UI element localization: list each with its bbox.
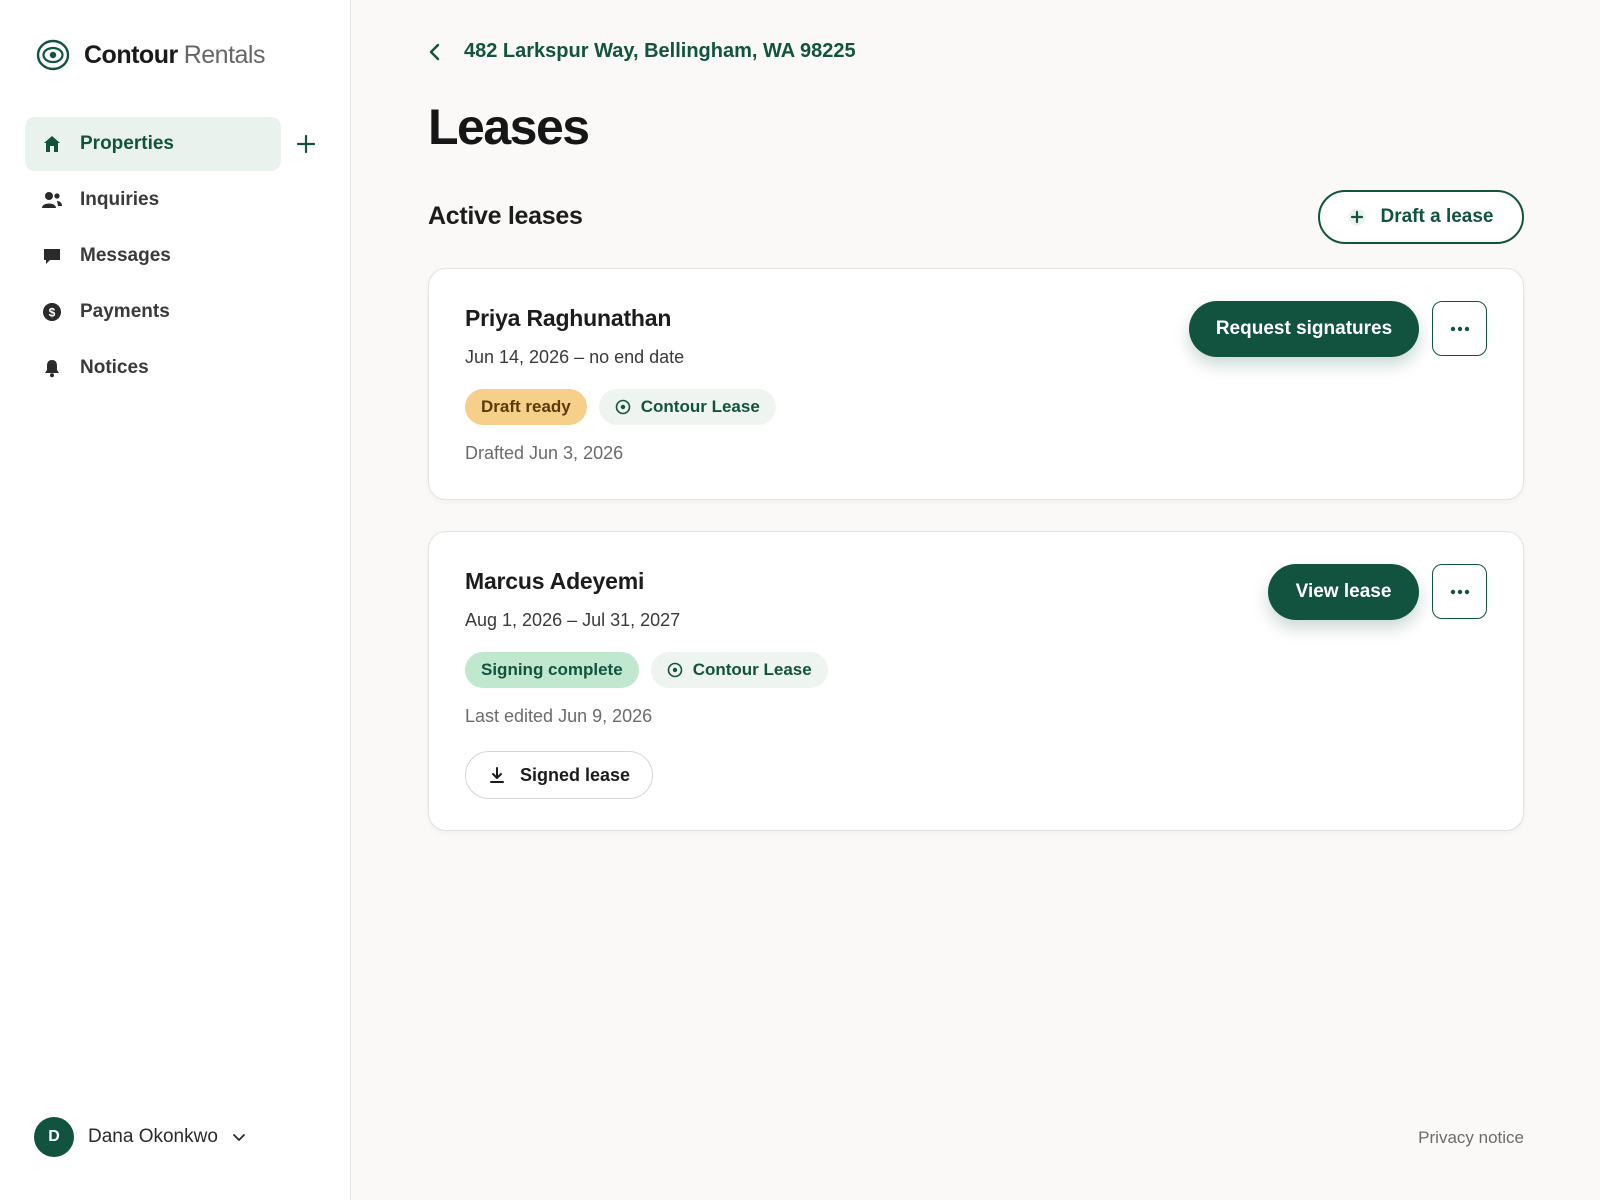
status-badge: Draft ready: [465, 389, 587, 425]
people-icon: [41, 189, 63, 211]
lease-dates: Aug 1, 2026 – Jul 31, 2027: [465, 610, 681, 630]
eye-ring-icon: [667, 662, 682, 678]
plus-icon[interactable]: [293, 131, 319, 157]
status-badge: Signing complete: [465, 652, 639, 688]
sidebar-item-properties[interactable]: Properties: [25, 117, 316, 171]
lease-dates: Jun 14, 2026 – no end date: [465, 347, 685, 367]
template-badge: Contour Lease: [650, 652, 828, 688]
user-name: Dana Okonkwo: [88, 1126, 218, 1147]
signed-lease-label: Signed lease: [519, 764, 631, 785]
lease-meta: Last edited Jun 9, 2026: [465, 706, 653, 726]
view-lease-button[interactable]: View lease: [1268, 564, 1419, 620]
more-options-button[interactable]: [1432, 564, 1487, 619]
lease-badges: Draft ready Contour Lease: [465, 389, 776, 425]
ellipsis-icon: [1450, 589, 1469, 594]
breadcrumb[interactable]: 482 Larkspur Way, Bellingham, WA 98225: [428, 40, 856, 63]
request-signatures-button[interactable]: Request signatures: [1189, 301, 1419, 357]
ellipsis-icon: [1450, 326, 1469, 331]
bell-icon: [41, 357, 63, 379]
draft-lease-label: Draft a lease: [1380, 206, 1494, 227]
section-title: Active leases: [428, 202, 583, 230]
sidebar-item-messages[interactable]: Messages: [25, 229, 281, 283]
brand[interactable]: Contour Rentals: [36, 38, 265, 72]
user-menu[interactable]: D Dana Okonkwo: [34, 1117, 248, 1157]
lease-card: Priya Raghunathan Jun 14, 2026 – no end …: [428, 268, 1524, 500]
template-badge: Contour Lease: [598, 389, 776, 425]
dollar-circle-icon: $: [41, 301, 63, 323]
chevron-left-icon: [428, 42, 448, 62]
brand-name: Contour Rentals: [84, 41, 265, 70]
brand-name-bold: Contour: [84, 40, 178, 69]
download-icon: [489, 767, 504, 783]
sidebar-item-label: Inquiries: [80, 189, 160, 210]
chevron-down-icon: [232, 1129, 248, 1145]
home-icon: [41, 133, 63, 155]
more-options-button[interactable]: [1432, 301, 1487, 356]
template-label: Contour Lease: [640, 397, 760, 416]
eye-ring-icon: [36, 39, 70, 71]
draft-lease-button[interactable]: Draft a lease: [1318, 190, 1524, 244]
sidebar-item-label: Messages: [80, 245, 171, 266]
signed-lease-download-button[interactable]: Signed lease: [465, 751, 653, 799]
sidebar: Contour Rentals Properties Inquiries Mess…: [0, 0, 351, 1200]
sidebar-item-label: Payments: [80, 301, 170, 322]
brand-name-light: Rentals: [183, 40, 266, 69]
sidebar-item-notices[interactable]: Notices: [25, 341, 281, 395]
lease-meta: Drafted Jun 3, 2026: [465, 443, 624, 463]
sidebar-item-label: Notices: [80, 357, 149, 378]
plus-circle-icon: [1348, 208, 1366, 226]
template-label: Contour Lease: [692, 660, 812, 679]
eye-ring-icon: [615, 399, 631, 415]
sidebar-item-payments[interactable]: $ Payments: [25, 285, 281, 339]
sidebar-nav: Properties Inquiries Messages $ Payments: [25, 117, 325, 397]
privacy-notice-link[interactable]: Privacy notice: [1418, 1128, 1524, 1148]
lease-card: Marcus Adeyemi Aug 1, 2026 – Jul 31, 202…: [428, 531, 1524, 831]
tenant-name: Priya Raghunathan: [465, 305, 672, 331]
sidebar-item-inquiries[interactable]: Inquiries: [25, 173, 281, 227]
lease-badges: Signing complete Contour Lease: [465, 652, 828, 688]
svg-text:$: $: [49, 306, 56, 320]
avatar: D: [34, 1117, 74, 1157]
page-title: Leases: [428, 99, 590, 155]
chat-bubble-icon: [41, 245, 63, 267]
sidebar-item-label: Properties: [80, 133, 174, 154]
tenant-name: Marcus Adeyemi: [465, 568, 645, 594]
breadcrumb-label: 482 Larkspur Way, Bellingham, WA 98225: [464, 40, 856, 62]
